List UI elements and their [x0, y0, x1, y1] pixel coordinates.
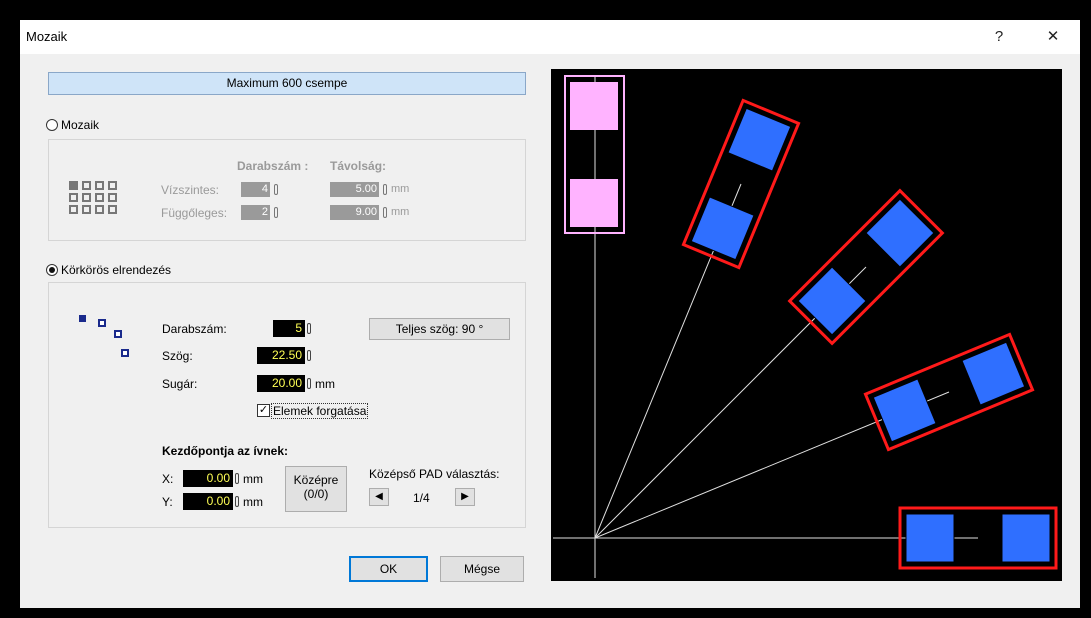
- count-spinner[interactable]: [307, 323, 311, 334]
- help-button[interactable]: ?: [984, 25, 1014, 49]
- angle-label: Szög:: [162, 349, 193, 363]
- mozaik-radio-label: Mozaik: [61, 118, 100, 132]
- radius-unit: mm: [315, 377, 335, 391]
- mozaik-panel: Darabszám : Távolság: Vízszintes: 4 5.00…: [48, 139, 526, 241]
- vertical-distance-input[interactable]: 9.00: [330, 205, 379, 220]
- circular-panel: Darabszám: 5 Teljes szög: 90 ° Szög: 22.…: [48, 282, 526, 528]
- count-input[interactable]: 5: [273, 320, 305, 337]
- radius-label: Sugár:: [162, 377, 198, 391]
- vertical-distance-spinner[interactable]: [383, 207, 387, 218]
- horizontal-distance-input[interactable]: 5.00: [330, 182, 379, 197]
- radius-spinner[interactable]: [307, 378, 311, 389]
- arc-layout-preview: [551, 69, 1062, 581]
- angle-spinner[interactable]: [307, 350, 311, 361]
- arc-layout-icon: [79, 315, 134, 363]
- max-tiles-banner: Maximum 600 csempe: [48, 72, 526, 95]
- center-button-line2: (0/0): [303, 487, 329, 501]
- horizontal-count-spinner[interactable]: [274, 184, 278, 195]
- mozaik-radio[interactable]: [46, 119, 58, 131]
- count-header: Darabszám :: [237, 159, 309, 173]
- horizontal-label: Vízszintes:: [161, 183, 220, 197]
- distance-header: Távolság:: [330, 159, 387, 173]
- cancel-button[interactable]: Mégse: [440, 556, 524, 582]
- center-button-line1: Középre: [293, 473, 339, 487]
- rotate-checkbox[interactable]: ✓: [257, 404, 270, 417]
- circular-radio[interactable]: [46, 264, 58, 276]
- circular-radio-label: Körkörös elrendezés: [61, 263, 172, 277]
- count-label: Darabszám:: [162, 322, 227, 336]
- x-spinner[interactable]: [235, 473, 239, 484]
- grid-tiles-icon: [69, 181, 123, 214]
- total-angle-button[interactable]: Teljes szög: 90 °: [369, 318, 510, 340]
- mozaik-dialog: Mozaik ? ✕ Maximum 600 csempe Mozaik Dar…: [20, 20, 1080, 608]
- x-label: X:: [162, 472, 174, 486]
- title-bar: Mozaik ? ✕: [20, 20, 1080, 54]
- y-unit: mm: [243, 495, 263, 509]
- rotate-label: Elemek forgatása: [271, 403, 369, 419]
- vertical-label: Függőleges:: [161, 206, 228, 220]
- y-label: Y:: [162, 495, 173, 509]
- vertical-count-input[interactable]: 2: [241, 205, 270, 220]
- x-input[interactable]: 0.00: [183, 470, 233, 487]
- x-unit: mm: [243, 472, 263, 486]
- y-spinner[interactable]: [235, 496, 239, 507]
- center-button[interactable]: Középre (0/0): [285, 466, 347, 512]
- horizontal-count-input[interactable]: 4: [241, 182, 270, 197]
- angle-input[interactable]: 22.50: [257, 347, 305, 364]
- vertical-unit: mm: [391, 206, 410, 218]
- prev-pad-button[interactable]: ◀: [369, 488, 389, 506]
- pad-select-label: Középső PAD választás:: [369, 467, 500, 481]
- next-pad-button[interactable]: ▶: [455, 488, 475, 506]
- y-input[interactable]: 0.00: [183, 493, 233, 510]
- close-button[interactable]: ✕: [1038, 25, 1068, 49]
- ok-button[interactable]: OK: [349, 556, 428, 582]
- pad-index-value: 1/4: [413, 491, 430, 505]
- arc-start-title: Kezdőpontja az ívnek:: [162, 444, 289, 458]
- vertical-count-spinner[interactable]: [274, 207, 278, 218]
- horizontal-distance-spinner[interactable]: [383, 184, 387, 195]
- window-title: Mozaik: [26, 29, 68, 44]
- horizontal-unit: mm: [391, 183, 410, 195]
- radius-input[interactable]: 20.00: [257, 375, 305, 392]
